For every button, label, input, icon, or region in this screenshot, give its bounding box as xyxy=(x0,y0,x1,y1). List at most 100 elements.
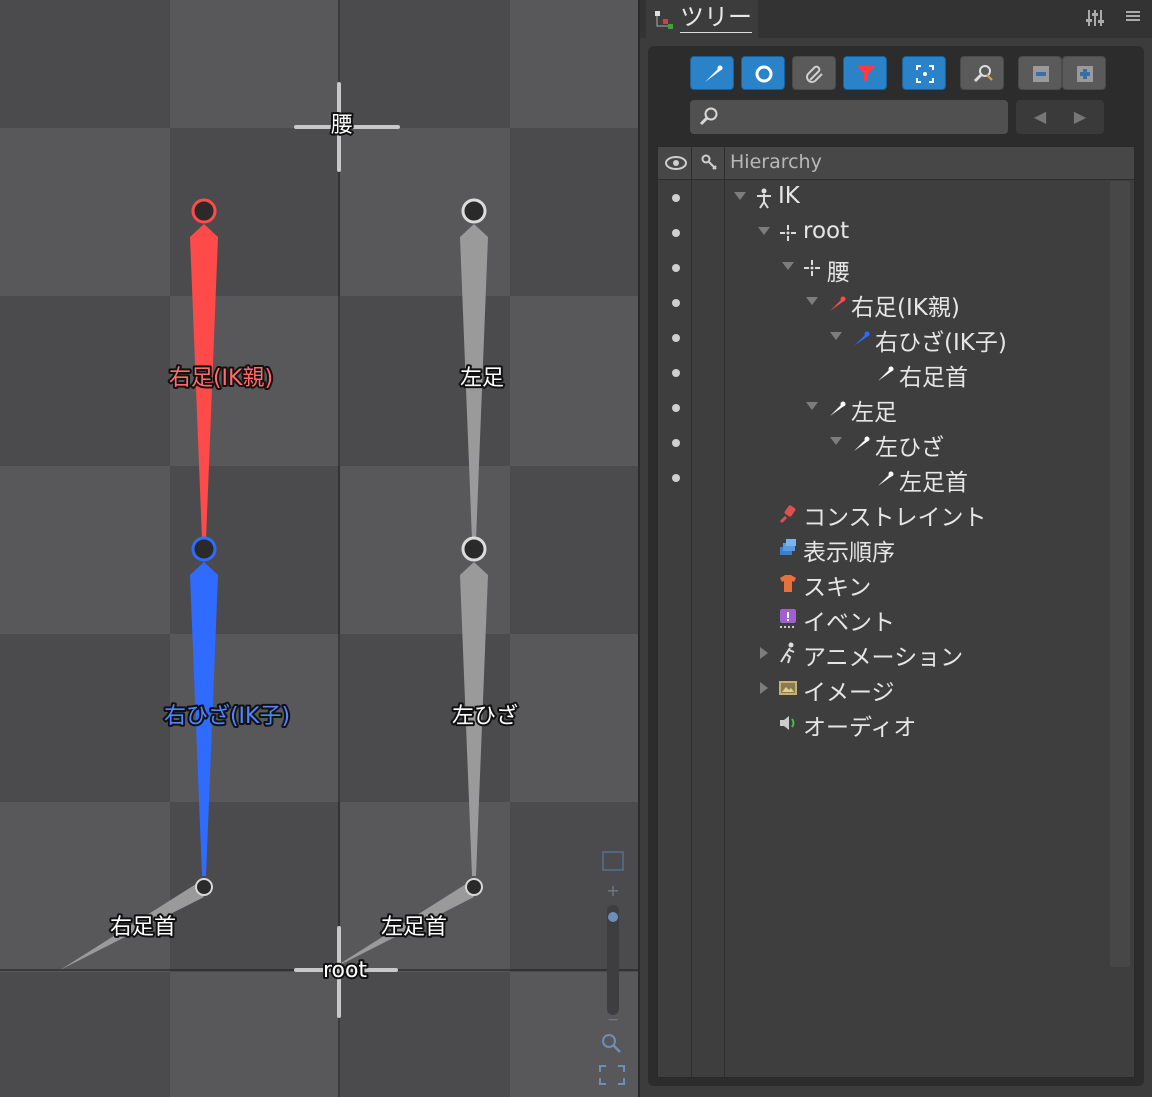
visibility-dot[interactable] xyxy=(672,264,680,272)
audio-icon xyxy=(780,716,795,730)
filter-toggle[interactable] xyxy=(843,56,887,90)
tree-row-audio[interactable]: オーディオ xyxy=(658,706,1118,741)
tree-row-bone[interactable]: 腰 xyxy=(658,251,1118,286)
panel-tabbar: ツリー xyxy=(640,0,1152,38)
bone-label-left-ankle: 左足首 xyxy=(381,915,447,940)
show-bones-toggle[interactable] xyxy=(690,56,734,90)
tree-row-skeleton[interactable]: IK xyxy=(658,181,1118,216)
visibility-dot[interactable] xyxy=(672,404,680,412)
next-arrow-icon[interactable]: ▶ xyxy=(1062,104,1098,130)
tree-row-label: オーディオ xyxy=(803,715,917,741)
key-icon[interactable] xyxy=(700,153,720,173)
zoom-in-icon[interactable]: + xyxy=(606,881,619,900)
bone-node-icon xyxy=(780,225,796,241)
settings-sliders-icon[interactable] xyxy=(1084,8,1106,28)
tree-row-animations[interactable]: アニメーション xyxy=(658,636,1118,671)
tree-row-label: アニメーション xyxy=(803,645,964,671)
tree-search[interactable] xyxy=(690,100,1008,134)
viewport-canvas[interactable]: 腰 右足(IK親) 右ひざ(IK子) 右足首 左足 左ひざ 左足首 root +… xyxy=(0,0,638,1097)
bone-right-ankle-joint[interactable] xyxy=(195,878,213,896)
viewport[interactable]: 腰 右足(IK親) 右ひざ(IK子) 右足首 左足 左ひざ 左足首 root +… xyxy=(0,0,638,1097)
show-slots-toggle[interactable] xyxy=(741,56,785,90)
tree-row-label: 左足首 xyxy=(899,470,968,496)
zoom-slider-handle[interactable] xyxy=(608,912,618,922)
expand-all-button[interactable] xyxy=(1062,56,1106,90)
bone-label-waist: 腰 xyxy=(331,113,353,138)
expand-icon xyxy=(1077,66,1093,82)
focus-toggle[interactable] xyxy=(902,56,946,90)
bone-left-ankle-joint[interactable] xyxy=(465,878,483,896)
bone-right-shin-joint[interactable] xyxy=(191,536,217,562)
panel-menu-icon[interactable] xyxy=(1122,8,1144,28)
tab-tree[interactable]: ツリー xyxy=(646,0,758,38)
draw-order-icon xyxy=(780,539,796,555)
tree-row-bone[interactable]: 右ひざ(IK子) xyxy=(658,321,1118,356)
expand-arrow-icon[interactable] xyxy=(758,227,770,235)
expand-arrow-icon[interactable] xyxy=(830,437,842,445)
tree-row-bone[interactable]: root xyxy=(658,216,1118,251)
tree-row-bone[interactable]: 左足首 xyxy=(658,461,1118,496)
tree-row-label: イベント xyxy=(803,610,895,636)
visibility-dot[interactable] xyxy=(672,194,680,202)
visibility-dot[interactable] xyxy=(672,369,680,377)
expand-arrow-icon[interactable] xyxy=(782,262,794,270)
visibility-dot[interactable] xyxy=(672,229,680,237)
collapse-all-button[interactable] xyxy=(1018,56,1062,90)
tree-row-label: IK xyxy=(778,183,800,209)
tree-row-bone[interactable]: 左ひざ xyxy=(658,426,1118,461)
bone-label-right-thigh: 右足(IK親) xyxy=(169,366,273,391)
search-input[interactable] xyxy=(726,104,1000,132)
tree-row-label: 右足(IK親) xyxy=(851,295,960,321)
visibility-dot[interactable] xyxy=(672,439,680,447)
images-icon xyxy=(779,681,797,695)
expand-arrow-icon[interactable] xyxy=(806,297,818,305)
zoom-out-icon[interactable]: − xyxy=(607,1012,619,1028)
search-icon xyxy=(699,107,718,126)
tree-row-events[interactable]: イベント xyxy=(658,601,1118,636)
previous-arrow-icon[interactable]: ◀ xyxy=(1022,104,1058,130)
visibility-dot[interactable] xyxy=(672,334,680,342)
tree-row-constraints[interactable]: コンストレイント xyxy=(658,496,1118,531)
tree-row-label: 右足首 xyxy=(899,365,968,391)
bone-label-right-ankle: 右足首 xyxy=(110,915,176,940)
focus-icon xyxy=(916,65,934,83)
bone-icon xyxy=(705,65,723,82)
visibility-eye-icon[interactable] xyxy=(664,153,688,173)
filter-icon xyxy=(857,66,875,82)
visibility-dot[interactable] xyxy=(672,474,680,482)
expand-arrow-icon[interactable] xyxy=(830,332,842,340)
tree-row-draw-order[interactable]: 表示順序 xyxy=(658,531,1118,566)
bone-label-right-shin: 右ひざ(IK子) xyxy=(164,703,290,729)
visibility-dot[interactable] xyxy=(672,299,680,307)
find-button[interactable] xyxy=(960,56,1004,90)
show-attachments-toggle[interactable] xyxy=(792,56,836,90)
expand-arrow-icon[interactable] xyxy=(734,192,746,200)
attachment-icon xyxy=(806,65,823,83)
tree-row-label: イメージ xyxy=(803,680,895,706)
collapse-icon xyxy=(1033,66,1049,82)
bone-label-left-thigh: 左足 xyxy=(460,366,504,391)
hierarchy-tree: Hierarchy IK root 腰 右足(IK親) 右ひざ(IK子) 右足首… xyxy=(657,146,1135,1078)
bone-icon xyxy=(878,471,894,486)
tree-row-label: コンストレイント xyxy=(803,505,987,531)
expand-arrow-icon[interactable] xyxy=(806,402,818,410)
collapsed-arrow-icon[interactable] xyxy=(760,647,768,659)
bone-icon xyxy=(830,296,846,311)
tree-row-bone[interactable]: 右足首 xyxy=(658,356,1118,391)
bone-left-shin-joint[interactable] xyxy=(461,536,487,562)
tree-panel-body: ◀ ▶ Hierarchy IK root 腰 右足(IK親) 右ひざ(IK子)… xyxy=(648,46,1144,1086)
tree-header: Hierarchy xyxy=(658,147,1134,180)
bone-icon xyxy=(830,401,846,416)
tree-row-images[interactable]: イメージ xyxy=(658,671,1118,706)
tree-header-label: Hierarchy xyxy=(730,151,822,173)
bone-left-thigh-joint[interactable] xyxy=(461,198,487,224)
bone-icon xyxy=(854,436,870,451)
bone-right-thigh-joint[interactable] xyxy=(191,198,217,224)
collapsed-arrow-icon[interactable] xyxy=(760,682,768,694)
tree-row-skins[interactable]: スキン xyxy=(658,566,1118,601)
bone-icon xyxy=(854,331,870,346)
tree-row-bone[interactable]: 左足 xyxy=(658,391,1118,426)
tree-row-bone[interactable]: 右足(IK親) xyxy=(658,286,1118,321)
tree-row-label: 腰 xyxy=(827,260,850,286)
tree-row-label: 左足 xyxy=(851,400,897,426)
